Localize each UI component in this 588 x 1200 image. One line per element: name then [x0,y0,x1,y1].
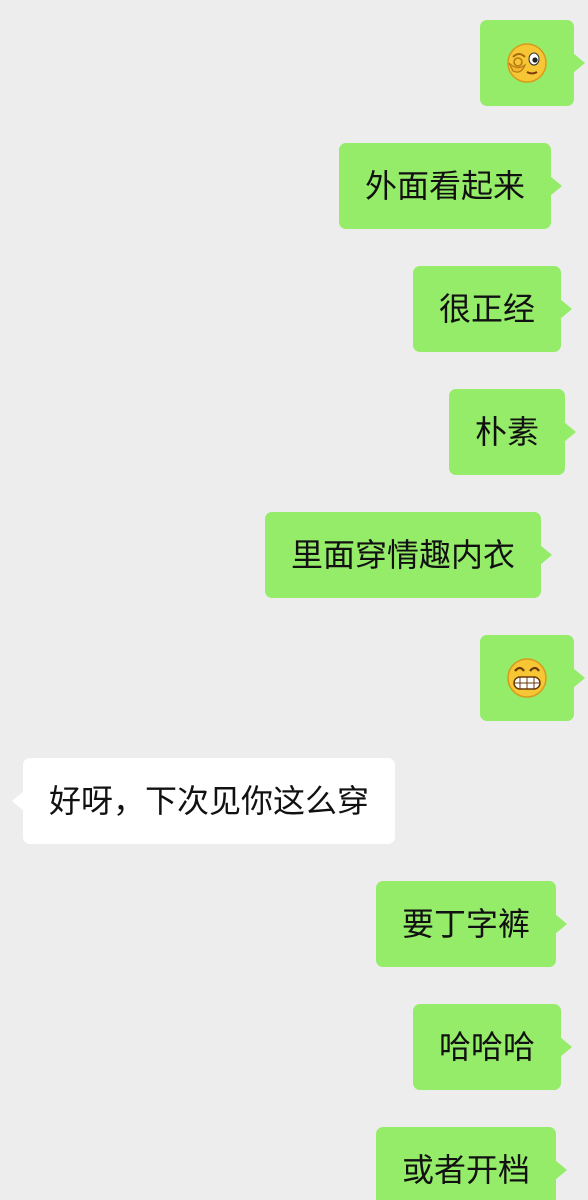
message-text: 要丁字裤 [402,905,531,943]
message-bubble-sent[interactable] [480,635,585,721]
message-text: 或者开档 [402,1151,531,1189]
message-bubble-sent[interactable]: 或者开档 [376,1127,568,1200]
wink-ok-face-emoji-icon [505,41,549,85]
message-bubble-sent[interactable]: 哈哈哈 [413,1004,573,1090]
message-text: 里面穿情趣内衣 [291,536,516,574]
message-bubble-sent[interactable]: 外面看起来 [339,143,563,229]
message-text: 外面看起来 [365,167,526,205]
message-bubble-sent[interactable]: 朴素 [449,389,577,475]
message-bubble-sent[interactable] [480,20,585,106]
chat-message-list[interactable]: 外面看起来 很正经 朴素 里面穿情趣内衣 好呀，下次见你这么穿 要丁字裤 哈哈哈… [0,0,588,1200]
message-text: 哈哈哈 [439,1028,536,1066]
grinning-teeth-emoji-icon [505,656,549,700]
message-bubble-received[interactable]: 好呀，下次见你这么穿 [11,758,396,844]
message-text: 好呀，下次见你这么穿 [49,782,370,820]
message-text: 很正经 [439,290,536,328]
message-text: 朴素 [475,413,540,451]
message-bubble-sent[interactable]: 里面穿情趣内衣 [265,512,553,598]
message-bubble-sent[interactable]: 很正经 [413,266,573,352]
message-bubble-sent[interactable]: 要丁字裤 [376,881,568,967]
